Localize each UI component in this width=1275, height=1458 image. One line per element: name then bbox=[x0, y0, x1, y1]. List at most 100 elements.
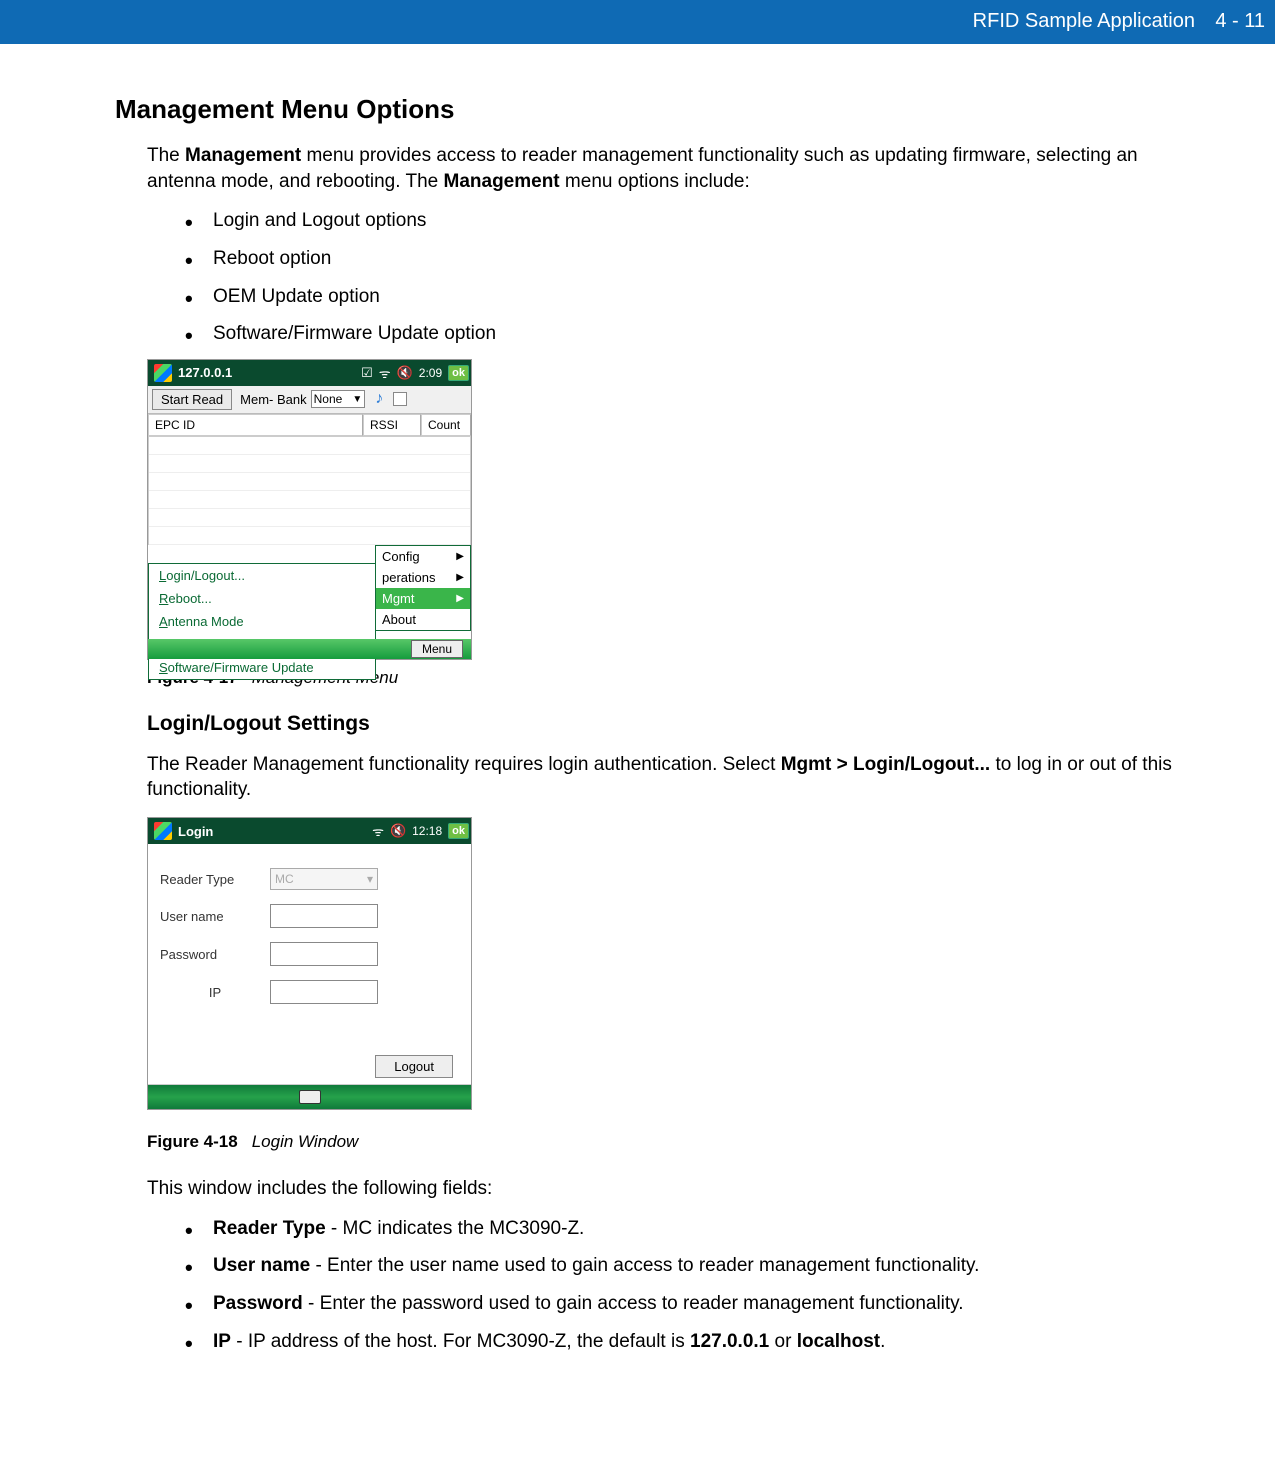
text: or bbox=[769, 1331, 796, 1352]
system-tray: ☑ ᯤ 🔇 2:09 ok bbox=[361, 364, 469, 382]
menu-path: Mgmt > Login/Logout... bbox=[781, 754, 990, 775]
figure-login-window: Login ᯤ 🔇 12:18 ok Reader Type MC ▾ bbox=[147, 817, 472, 1110]
clock: 2:09 bbox=[419, 366, 442, 380]
membank-dropdown[interactable]: None ▼ bbox=[311, 390, 366, 408]
ok-button[interactable]: ok bbox=[448, 823, 469, 839]
membank-label: Mem- Bank bbox=[240, 392, 306, 407]
ip-field[interactable] bbox=[270, 980, 378, 1004]
list-item: Reader Type - MC indicates the MC3090-Z. bbox=[185, 1216, 1185, 1242]
main-menu: Config ▶ perations ▶ Mgmt ▶ About bbox=[375, 545, 471, 631]
submenu-arrow-icon: ▶ bbox=[456, 593, 464, 604]
subsection-intro: The Reader Management functionality requ… bbox=[147, 752, 1185, 803]
field-desc: - MC indicates the MC3090-Z. bbox=[326, 1218, 585, 1239]
figure-management-menu: 127.0.0.1 ☑ ᯤ 🔇 2:09 ok Start Read Mem- … bbox=[147, 359, 472, 660]
menu-overlay: Config ▶ perations ▶ Mgmt ▶ About Login/Log… bbox=[148, 545, 471, 659]
music-note-icon[interactable]: ♪ bbox=[375, 390, 383, 408]
submenu-antenna-mode[interactable]: Antenna Mode bbox=[149, 610, 375, 633]
list-item: IP - IP address of the host. For MC3090-… bbox=[185, 1329, 1185, 1355]
checkbox[interactable] bbox=[393, 392, 407, 406]
field-desc: - Enter the user name used to gain acces… bbox=[310, 1255, 979, 1276]
intro-bold-2: Management bbox=[444, 171, 560, 192]
ip-label: IP bbox=[160, 985, 270, 1000]
clock: 12:18 bbox=[412, 824, 442, 838]
submenu-reboot[interactable]: Reboot... bbox=[149, 587, 375, 610]
reader-type-label: Reader Type bbox=[160, 872, 270, 887]
start-read-button[interactable]: Start Read bbox=[152, 389, 232, 410]
menu-item-mgmt[interactable]: Mgmt ▶ bbox=[376, 588, 470, 609]
connectivity-icon: ᯤ bbox=[372, 822, 384, 840]
col-rssi: RSSI bbox=[363, 414, 421, 436]
membank-value: None bbox=[314, 392, 343, 406]
password-field[interactable] bbox=[270, 942, 378, 966]
menu-label: Config bbox=[382, 549, 420, 564]
figure-number: Figure 4-18 bbox=[147, 1132, 238, 1151]
field-label: Password bbox=[213, 1293, 303, 1314]
field-label: Reader Type bbox=[213, 1218, 326, 1239]
field-label: IP bbox=[213, 1331, 231, 1352]
password-label: Password bbox=[160, 947, 270, 962]
section-heading: Management Menu Options bbox=[115, 94, 1185, 125]
intro-bold-1: Management bbox=[185, 145, 301, 166]
reader-type-value: MC bbox=[275, 872, 294, 886]
text: . bbox=[880, 1331, 885, 1352]
list-item: Password - Enter the password used to ga… bbox=[185, 1291, 1185, 1317]
keyboard-icon[interactable] bbox=[299, 1090, 321, 1104]
connectivity-icon: ᯤ bbox=[379, 364, 391, 382]
list-item: User name - Enter the user name used to … bbox=[185, 1253, 1185, 1279]
figure-caption-18: Figure 4-18 Login Window bbox=[147, 1132, 1185, 1152]
menu-item-config[interactable]: Config ▶ bbox=[376, 546, 470, 567]
page-header: RFID Sample Application 4 - 11 bbox=[0, 0, 1275, 44]
window-titlebar: 127.0.0.1 ☑ ᯤ 🔇 2:09 ok bbox=[148, 360, 471, 386]
menu-item-operations[interactable]: perations ▶ bbox=[376, 567, 470, 588]
dropdown-arrow-icon: ▼ bbox=[352, 394, 362, 405]
menu-label: perations bbox=[382, 570, 435, 585]
logout-button[interactable]: Logout bbox=[375, 1055, 453, 1078]
dropdown-arrow-icon: ▾ bbox=[367, 872, 373, 886]
bottom-bar bbox=[148, 1085, 471, 1109]
field-list: Reader Type - MC indicates the MC3090-Z.… bbox=[185, 1216, 1185, 1355]
windows-start-icon[interactable] bbox=[154, 822, 172, 840]
system-tray: ᯤ 🔇 12:18 ok bbox=[372, 822, 469, 840]
volume-icon: 🔇 bbox=[390, 823, 406, 839]
submenu-sw-fw-update[interactable]: Software/Firmware Update bbox=[149, 656, 375, 679]
table-body bbox=[148, 437, 471, 545]
volume-icon: 🔇 bbox=[397, 365, 413, 381]
task-icon: ☑ bbox=[361, 365, 373, 381]
reader-type-select[interactable]: MC ▾ bbox=[270, 868, 378, 890]
ip-default-2: localhost bbox=[797, 1331, 880, 1352]
login-form: Reader Type MC ▾ User name Password IP bbox=[148, 844, 471, 1084]
submenu-login-logout[interactable]: Login/Logout... bbox=[149, 564, 375, 587]
col-count: Count bbox=[421, 414, 471, 436]
ok-button[interactable]: ok bbox=[448, 365, 469, 381]
menu-label: About bbox=[382, 612, 416, 627]
menu-label: Mgmt bbox=[382, 591, 415, 606]
option-list: Login and Logout options Reboot option O… bbox=[185, 208, 1185, 347]
menubar: Menu bbox=[148, 639, 471, 659]
section-intro: The Management menu provides access to r… bbox=[147, 143, 1185, 194]
page-number: 4 - 11 bbox=[1215, 0, 1275, 43]
menu-item-about[interactable]: About bbox=[376, 609, 470, 630]
list-item: Reboot option bbox=[185, 246, 1185, 272]
table-header: EPC ID RSSI Count bbox=[148, 414, 471, 437]
fields-intro: This window includes the following field… bbox=[147, 1176, 1185, 1202]
window-titlebar: Login ᯤ 🔇 12:18 ok bbox=[148, 818, 471, 844]
list-item: OEM Update option bbox=[185, 284, 1185, 310]
field-label: User name bbox=[213, 1255, 310, 1276]
field-desc: - Enter the password used to gain access… bbox=[303, 1293, 964, 1314]
menu-button[interactable]: Menu bbox=[411, 640, 463, 658]
app-toolbar: Start Read Mem- Bank None ▼ ♪ bbox=[148, 386, 471, 414]
windows-start-icon[interactable] bbox=[154, 364, 172, 382]
intro-text: The bbox=[147, 145, 185, 166]
text: The Reader Management functionality requ… bbox=[147, 754, 781, 775]
subsection-heading: Login/Logout Settings bbox=[147, 712, 1185, 736]
list-item: Login and Logout options bbox=[185, 208, 1185, 234]
mgmt-submenu: Login/Logout... Reboot... Antenna Mode O… bbox=[148, 563, 376, 680]
username-label: User name bbox=[160, 909, 270, 924]
doc-title: RFID Sample Application bbox=[973, 10, 1195, 33]
username-field[interactable] bbox=[270, 904, 378, 928]
figure-title: Login Window bbox=[252, 1132, 359, 1151]
window-title: Login bbox=[178, 824, 213, 839]
submenu-arrow-icon: ▶ bbox=[456, 572, 464, 583]
col-epc: EPC ID bbox=[148, 414, 363, 436]
submenu-arrow-icon: ▶ bbox=[456, 551, 464, 562]
